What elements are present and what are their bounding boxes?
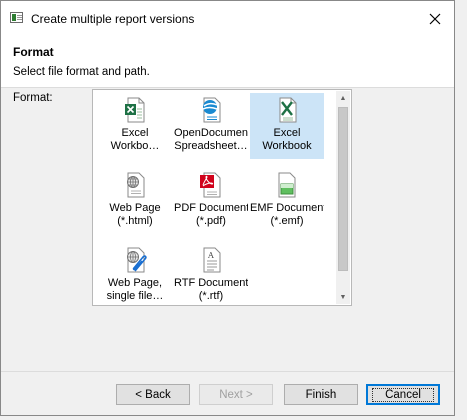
format-item-sublabel: (*.pdf) — [196, 215, 226, 227]
format-item-label: Excel — [273, 127, 301, 139]
page-description: Select file format and path. — [13, 66, 150, 78]
format-item-web-page-single-file[interactable]: Web Page, single file… — [98, 243, 172, 305]
dialog-window: Create multiple report versions Format S… — [0, 0, 455, 416]
emf-icon — [275, 172, 299, 198]
web-page-icon — [123, 172, 147, 198]
format-item-excel-workbook-selected[interactable]: Excel Workbook — [250, 93, 324, 159]
svg-text:A: A — [207, 251, 214, 260]
format-item-sublabel: (*.html) — [117, 215, 153, 227]
format-grid: Excel Workbo… OpenDocument Spreadsheet… — [97, 93, 337, 305]
format-item-sublabel: single file… — [106, 290, 164, 302]
format-item-label: RTF Document — [174, 277, 248, 289]
finish-button[interactable]: Finish — [284, 384, 358, 405]
close-icon — [429, 13, 441, 25]
cancel-button[interactable]: Cancel — [366, 384, 440, 405]
format-item-excel-workbook-1[interactable]: Excel Workbo… — [98, 93, 172, 159]
format-label: Format: — [13, 92, 53, 104]
next-button[interactable]: Next > — [199, 384, 273, 405]
footer-divider — [1, 371, 454, 372]
format-item-opendocument[interactable]: OpenDocument Spreadsheet… — [174, 93, 248, 159]
excel-icon — [123, 97, 147, 123]
cancel-button-label: Cancel — [372, 387, 434, 402]
format-item-sublabel: Workbook — [262, 140, 312, 152]
format-item-emf[interactable]: EMF Document (*.emf) — [250, 168, 324, 234]
vertical-scrollbar[interactable]: ▲ ▼ — [336, 91, 350, 304]
scrollbar-thumb[interactable] — [338, 107, 348, 271]
web-page-single-file-icon — [123, 247, 147, 273]
format-item-sublabel: Spreadsheet… — [174, 140, 248, 152]
window-title: Create multiple report versions — [31, 12, 195, 26]
format-item-label: EMF Document — [250, 202, 324, 214]
scroll-up-arrow-icon[interactable]: ▲ — [336, 91, 350, 105]
close-button[interactable] — [422, 7, 448, 31]
title-bar: Create multiple report versions — [1, 1, 454, 37]
opendocument-spreadsheet-icon — [199, 97, 223, 123]
format-item-pdf[interactable]: PDF Document (*.pdf) — [174, 168, 248, 234]
format-list[interactable]: Excel Workbo… OpenDocument Spreadsheet… — [92, 89, 352, 306]
format-item-sublabel: Workbo… — [110, 140, 160, 152]
rtf-icon: A — [199, 247, 223, 273]
format-item-rtf[interactable]: A RTF Document (*.rtf) — [174, 243, 248, 305]
format-item-web-page[interactable]: Web Page (*.html) — [98, 168, 172, 234]
format-item-label: PDF Document — [174, 202, 248, 214]
format-item-label: Excel — [121, 127, 149, 139]
app-icon — [10, 12, 23, 23]
wizard-header: Format Select file format and path. — [1, 37, 454, 88]
format-item-label: Web Page — [109, 202, 161, 214]
page-title: Format — [13, 45, 54, 59]
format-item-sublabel: (*.emf) — [270, 215, 304, 227]
scroll-down-arrow-icon[interactable]: ▼ — [336, 290, 350, 304]
back-button[interactable]: < Back — [116, 384, 190, 405]
excel-icon — [275, 97, 299, 123]
format-item-label: Web Page, — [107, 277, 163, 289]
format-item-label: OpenDocument — [174, 127, 248, 139]
pdf-icon — [199, 172, 223, 198]
format-item-sublabel: (*.rtf) — [198, 290, 224, 302]
